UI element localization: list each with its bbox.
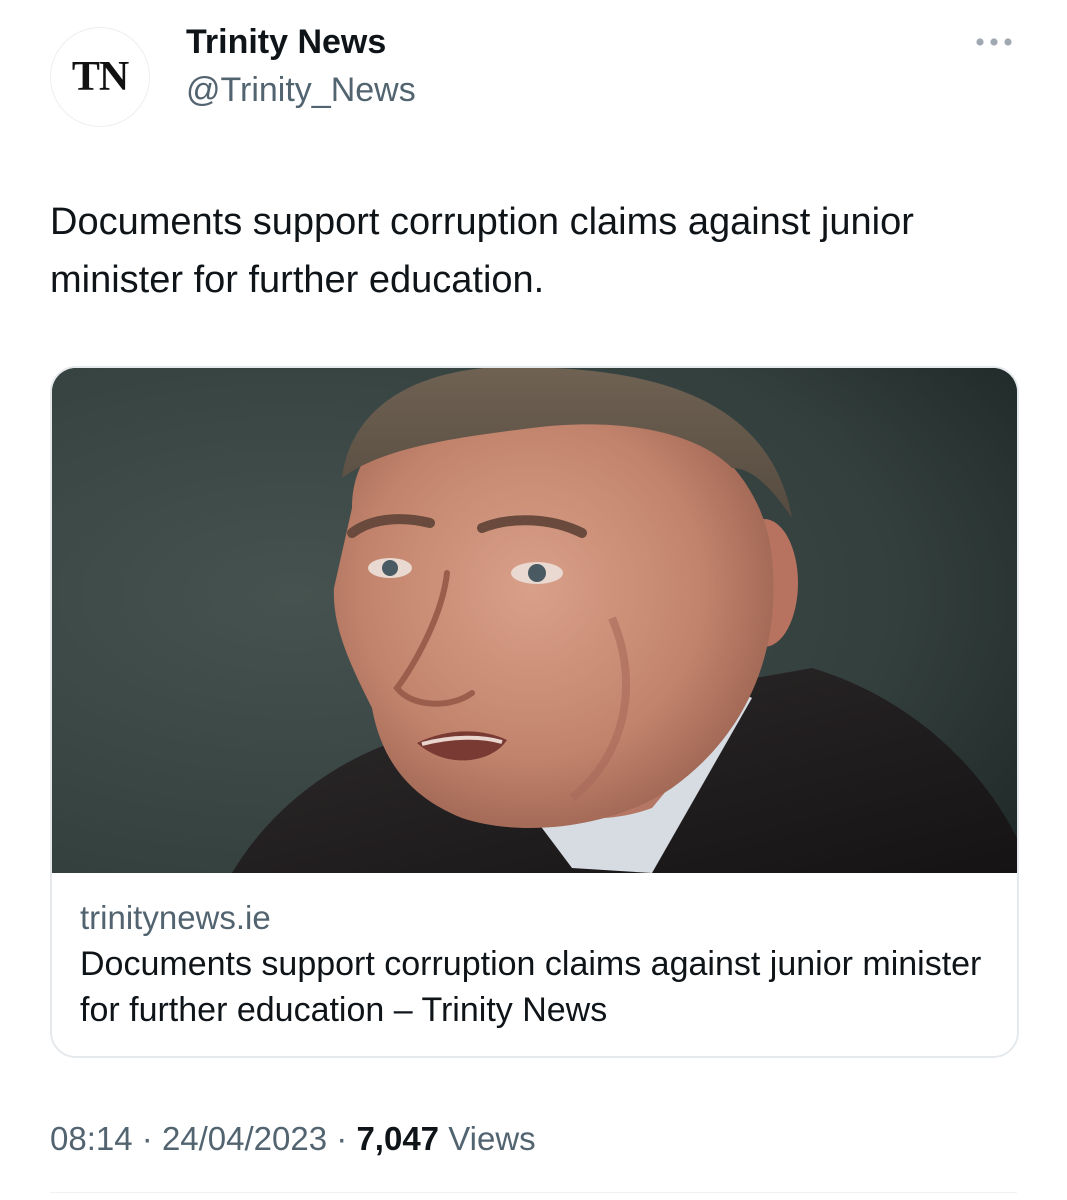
views-count: 7,047 xyxy=(356,1120,440,1157)
avatar-logo-text: TN xyxy=(71,54,129,100)
more-options-button[interactable] xyxy=(968,22,1020,62)
divider xyxy=(50,1192,1017,1193)
meta-separator: · xyxy=(336,1120,348,1157)
account-handle[interactable]: @Trinity_News xyxy=(186,68,416,112)
card-meta: trinitynews.ie Documents support corrupt… xyxy=(80,895,1000,1033)
link-preview-card[interactable]: trinitynews.ie Documents support corrupt… xyxy=(50,366,1019,1058)
card-image xyxy=(52,368,1017,873)
tweet-date[interactable]: 24/04/2023 xyxy=(162,1120,327,1157)
tweet-author: Trinity News @Trinity_News xyxy=(186,20,416,112)
tweet-time[interactable]: 08:14 xyxy=(50,1120,133,1157)
views-label: Views xyxy=(448,1120,536,1157)
display-name[interactable]: Trinity News xyxy=(186,20,416,64)
meta-separator: · xyxy=(141,1120,153,1157)
account-avatar[interactable]: TN xyxy=(50,27,150,127)
card-title: Documents support corruption claims agai… xyxy=(80,945,982,1029)
more-horizontal-icon xyxy=(976,38,1012,46)
tweet-text: Documents support corruption claims agai… xyxy=(50,201,914,301)
card-domain: trinitynews.ie xyxy=(80,899,271,936)
tweet-meta: 08:14 · 24/04/2023 · 7,047 Views xyxy=(50,1117,536,1161)
